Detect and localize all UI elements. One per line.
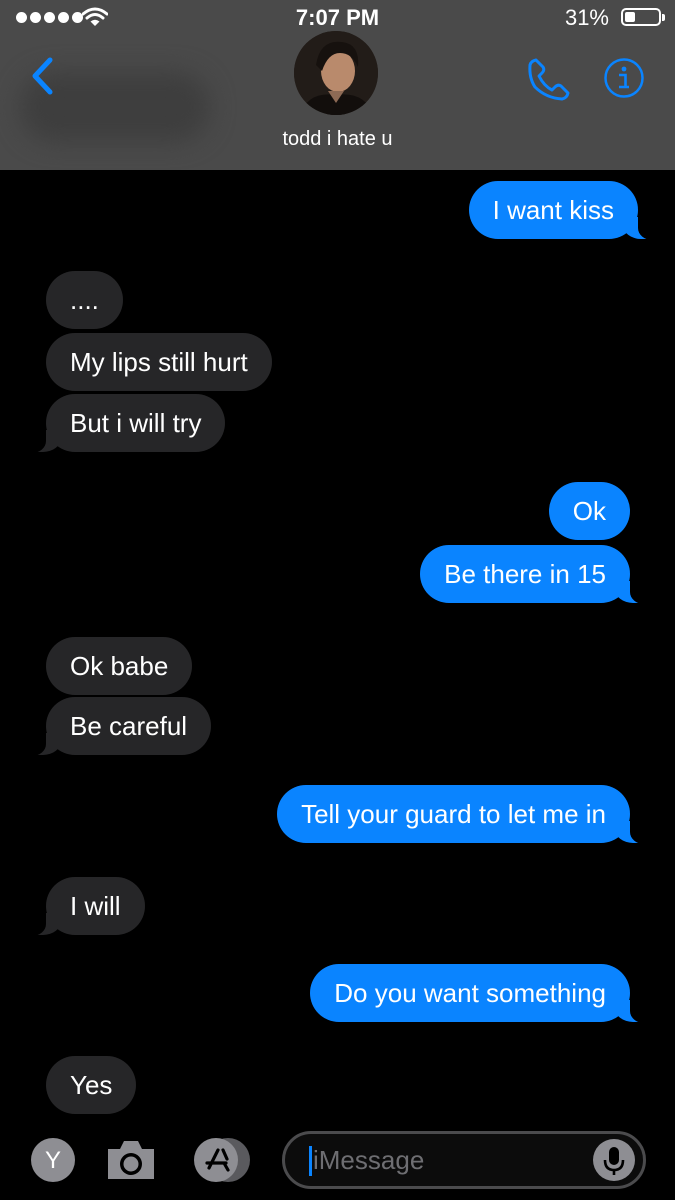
microphone-icon[interactable] bbox=[593, 1139, 635, 1181]
battery-icon bbox=[621, 8, 665, 26]
message-bubble[interactable]: Be careful bbox=[23, 697, 212, 756]
message-bubble[interactable]: Do you want something bbox=[310, 964, 652, 1023]
message-placeholder: iMessage bbox=[313, 1145, 425, 1175]
camera-icon[interactable] bbox=[104, 1137, 158, 1183]
message-bubble[interactable]: Yes bbox=[46, 1056, 137, 1114]
contact-name[interactable]: todd i hate u bbox=[0, 128, 675, 151]
text-cursor bbox=[309, 1146, 312, 1176]
message-thread[interactable]: I want kiss .... My lips still hurt But … bbox=[0, 170, 675, 1115]
app-badge-letter: Y bbox=[45, 1147, 61, 1174]
info-icon[interactable] bbox=[603, 57, 645, 99]
message-input[interactable]: iMessage bbox=[282, 1131, 646, 1189]
message-bubble[interactable]: Tell your guard to let me in bbox=[277, 785, 652, 844]
input-bar: Y iMessage bbox=[0, 1115, 675, 1200]
status-bar: 7:07 PM 31% bbox=[0, 0, 675, 34]
message-bubble[interactable]: I want kiss bbox=[468, 181, 661, 240]
app-store-icon[interactable] bbox=[190, 1135, 254, 1185]
avatar[interactable] bbox=[294, 31, 378, 115]
message-bubble[interactable]: My lips still hurt bbox=[46, 333, 272, 391]
message-bubble[interactable]: But i will try bbox=[23, 394, 226, 453]
battery-percent: 31% bbox=[564, 5, 609, 30]
chevron-left-icon[interactable] bbox=[24, 54, 64, 98]
message-bubble[interactable]: I will bbox=[24, 877, 145, 936]
message-bubble[interactable]: Ok babe bbox=[46, 637, 193, 695]
app-badge-button[interactable]: Y bbox=[30, 1137, 76, 1183]
message-bubble[interactable]: Ok bbox=[548, 482, 630, 540]
message-bubble[interactable]: Be there in 15 bbox=[420, 545, 652, 604]
message-bubble[interactable]: .... bbox=[46, 271, 123, 329]
phone-icon[interactable] bbox=[526, 56, 572, 102]
